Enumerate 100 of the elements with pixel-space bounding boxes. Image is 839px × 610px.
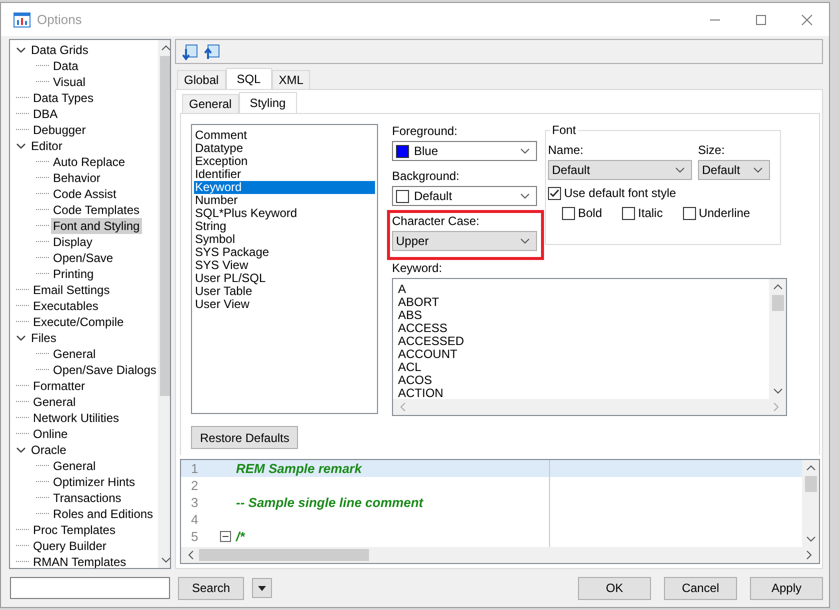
list-item[interactable]: ACL	[398, 361, 764, 374]
list-item[interactable]: SYS View	[194, 259, 375, 272]
color-dropdown[interactable]: Default	[392, 186, 537, 206]
font-size-dropdown[interactable]: Default	[698, 160, 770, 180]
list-item[interactable]: ACCOUNT	[398, 348, 764, 361]
tree-item[interactable]: Data	[51, 58, 80, 74]
tree-item[interactable]: Query Builder	[31, 538, 108, 554]
checkbox[interactable]	[548, 186, 561, 200]
tree-item[interactable]: Printing	[51, 266, 96, 282]
color-dropdown[interactable]: Blue	[392, 141, 537, 161]
tab[interactable]: SQL	[226, 68, 272, 89]
tree-item[interactable]: General	[31, 394, 78, 410]
dialog-button[interactable]: Apply	[750, 576, 823, 600]
restore-defaults-button[interactable]: Restore Defaults	[191, 426, 298, 449]
expander-icon[interactable]	[16, 141, 26, 151]
expander-icon[interactable]	[16, 333, 26, 343]
tree-item[interactable]: Transactions	[51, 490, 124, 506]
list-item[interactable]: Keyword	[194, 181, 375, 194]
scroll-left-icon[interactable]	[187, 550, 195, 560]
search-button[interactable]: Search	[178, 576, 244, 600]
list-item[interactable]: A	[398, 283, 764, 296]
tree-item[interactable]: Execute/Compile	[31, 314, 126, 330]
font-name-dropdown[interactable]: Default	[548, 160, 692, 180]
scroll-up-icon[interactable]	[772, 283, 782, 291]
list-item[interactable]: ACCESSED	[398, 335, 764, 348]
scroll-down-icon[interactable]	[772, 387, 782, 395]
close-icon[interactable]	[801, 14, 813, 26]
tree-item[interactable]: Online	[31, 426, 70, 442]
scroll-down-icon[interactable]	[161, 556, 170, 564]
tree-item[interactable]: General	[51, 458, 98, 474]
dropdown-button[interactable]	[252, 578, 272, 598]
tab[interactable]: General	[182, 94, 239, 113]
tree-item[interactable]: Open/Save Dialogs	[51, 362, 158, 378]
scroll-right-icon[interactable]	[805, 550, 813, 560]
list-item[interactable]: ABORT	[398, 296, 764, 309]
list-item[interactable]: ACCESS	[398, 322, 764, 335]
tree-item[interactable]: DBA	[31, 106, 60, 122]
list-item[interactable]: Exception	[194, 155, 375, 168]
tree-item[interactable]: Files	[29, 330, 58, 346]
list-item[interactable]: Comment	[194, 129, 375, 142]
expander-icon[interactable]	[16, 445, 26, 455]
list-item[interactable]: User View	[194, 298, 375, 311]
case-dropdown[interactable]: Upper	[392, 231, 537, 251]
fold-icon[interactable]	[220, 531, 231, 542]
tree-item[interactable]: Oracle	[29, 442, 68, 458]
tab[interactable]: Global	[177, 70, 226, 89]
tree-item[interactable]: General	[51, 346, 98, 362]
tree-item[interactable]: Font and Styling	[51, 218, 142, 234]
tab[interactable]: Styling	[238, 92, 297, 113]
tree-item[interactable]: Data Grids	[29, 42, 90, 58]
tree-item[interactable]: Network Utilities	[31, 410, 122, 426]
import-icon[interactable]	[181, 42, 199, 60]
tree-item[interactable]: Code Assist	[51, 186, 118, 202]
tree-item[interactable]: Code Templates	[51, 202, 142, 218]
list-item[interactable]: Symbol	[194, 233, 375, 246]
list-item[interactable]: SYS Package	[194, 246, 375, 259]
list-item[interactable]: Number	[194, 194, 375, 207]
dialog-button[interactable]: Cancel	[664, 576, 737, 600]
tree-item[interactable]: Auto Replace	[51, 154, 128, 170]
tree-item[interactable]: Display	[51, 234, 94, 250]
checkbox[interactable]	[682, 206, 696, 220]
tree-item[interactable]: Visual	[51, 74, 88, 90]
maximize-icon[interactable]	[755, 14, 767, 26]
dialog-button[interactable]: OK	[578, 576, 651, 600]
expander-icon[interactable]	[16, 45, 26, 55]
list-item[interactable]: User PL/SQL	[194, 272, 375, 285]
tree-item[interactable]: Roles and Editions	[51, 506, 156, 522]
tree-item[interactable]: Open/Save	[51, 250, 116, 266]
tab[interactable]: XML	[272, 70, 310, 89]
tree-item[interactable]: Proc Templates	[31, 522, 118, 538]
tree-item[interactable]: Executables	[31, 298, 100, 314]
scroll-thumb[interactable]	[160, 56, 170, 396]
list-item[interactable]: User Table	[194, 285, 375, 298]
tree-item[interactable]: Optimizer Hints	[51, 474, 138, 490]
scroll-thumb[interactable]	[199, 549, 369, 561]
list-item[interactable]: SQL*Plus Keyword	[194, 207, 375, 220]
scroll-up-icon[interactable]	[161, 44, 170, 52]
scroll-thumb[interactable]	[772, 295, 784, 311]
caret-icon	[258, 586, 266, 590]
tree-item[interactable]: Formatter	[31, 378, 88, 394]
list-item[interactable]: ACOS	[398, 374, 764, 387]
scroll-up-icon[interactable]	[806, 464, 816, 472]
chevron-icon	[753, 167, 763, 173]
tree-item[interactable]: Email Settings	[31, 282, 112, 298]
export-icon[interactable]	[203, 42, 221, 60]
scroll-down-icon[interactable]	[806, 535, 816, 543]
tree-item[interactable]: Data Types	[31, 90, 96, 106]
tree-item[interactable]: Editor	[29, 138, 64, 154]
list-item[interactable]: Datatype	[194, 142, 375, 155]
list-item[interactable]: String	[194, 220, 375, 233]
checkbox[interactable]	[562, 206, 575, 220]
scroll-thumb[interactable]	[804, 476, 816, 492]
checkbox[interactable]	[622, 206, 636, 220]
list-item[interactable]: ABS	[398, 309, 764, 322]
tree-item[interactable]: Behavior	[51, 170, 102, 186]
code-line: -- Sample single line comment	[235, 494, 424, 511]
tree-item[interactable]: Debugger	[31, 122, 88, 138]
list-item[interactable]: ACTION	[398, 387, 764, 399]
search-field[interactable]	[10, 577, 170, 599]
list-item[interactable]: Identifier	[194, 168, 375, 181]
